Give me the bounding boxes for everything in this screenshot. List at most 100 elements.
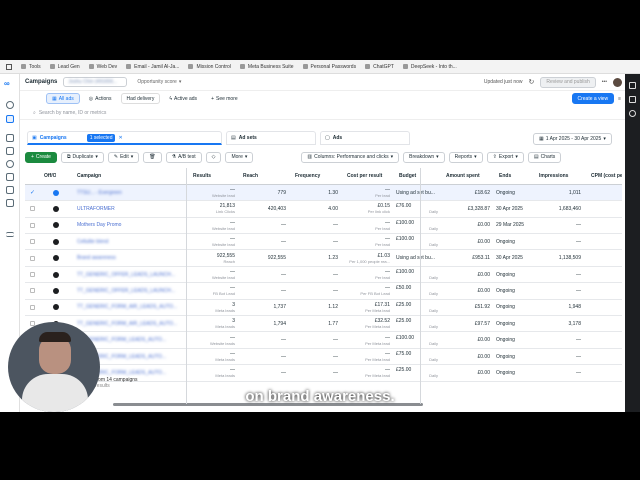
status-toggle[interactable] [51, 201, 63, 216]
campaign-cell[interactable]: TT_GENERIC_OFFER_LEADS_LAUNCH... [75, 283, 185, 298]
column-header-frequency[interactable]: Frequency [293, 168, 343, 184]
bookmark-item[interactable]: Mission Control [188, 64, 231, 70]
table-row[interactable]: TT_GENERIC_OFFER_LEADS_LAUNCH... — FB Bot … [25, 283, 622, 300]
campaign-cell[interactable]: ULTRAFORMER [75, 201, 185, 216]
charts-button[interactable]: ▤ Charts [527, 151, 562, 163]
bookmark-item[interactable]: Web Dev [88, 64, 117, 70]
campaign-name[interactable]: TT_GENERIC_FORM_AIR_LEADS_AUTO... [77, 321, 183, 327]
close-icon[interactable]: ✕ [118, 135, 122, 141]
campaign-name[interactable]: Brand awareness [77, 255, 183, 261]
create-view-button[interactable]: Create a view [571, 93, 615, 104]
edit-button[interactable]: ✎ Edit ▾ [107, 151, 140, 163]
opportunity-score[interactable]: Opportunity score ▾ [133, 77, 186, 87]
campaign-cell[interactable]: TTSU... - Evergreen [75, 185, 185, 200]
table-row[interactable]: TT_GENERIC_FORM_AIR_LEADS_AUTO... 3 Meta l… [25, 316, 622, 333]
chart-panel-icon[interactable] [629, 82, 636, 89]
account-selector[interactable]: Joshu Chin (491656... [63, 77, 128, 87]
table-row[interactable]: TT_GENERIC_FORM_AIR_LEADS_AUTO... 3 Meta l… [25, 300, 622, 316]
tag-button[interactable]: ◇ [205, 151, 222, 163]
row-checkbox[interactable] [28, 218, 38, 233]
chart-icon[interactable] [6, 134, 14, 142]
row-checkbox[interactable] [28, 251, 38, 266]
column-header-impressions[interactable]: Impressions [537, 168, 585, 184]
bookmark-item[interactable]: ChatGPT [365, 64, 394, 70]
table-row[interactable]: Cellulite blend — Website lead — — — Per lead £… [25, 234, 622, 251]
meta-logo-icon[interactable]: ∞ [4, 79, 10, 88]
table-row[interactable]: Mothers Day Promo — Website lead — — — Per lea… [25, 218, 622, 234]
status-toggle[interactable] [51, 283, 63, 298]
more-button[interactable]: More ▾ [225, 151, 254, 163]
date-range-picker[interactable]: ▦ 1 Apr 2025 - 30 Apr 2025 ▾ [533, 133, 612, 145]
tab-ad-sets[interactable]: ▤ Ad sets [226, 131, 316, 145]
column-header-results[interactable]: Results [191, 168, 239, 184]
row-checkbox[interactable] [28, 234, 38, 249]
column-header-campaign[interactable]: Campaign [75, 168, 185, 184]
bookmark-item[interactable]: Email - Jamil Al-Ja... [126, 64, 179, 70]
column-header-cpm[interactable]: CPM (cost per 1,000... [589, 168, 622, 184]
row-checkbox[interactable] [28, 300, 38, 315]
bookmark-item[interactable]: Personal Passwords [302, 64, 356, 70]
all-ads-filter[interactable]: ▦ All ads [46, 93, 80, 104]
create-button[interactable]: + Create [25, 151, 57, 163]
table-row[interactable]: TT_GENERIC_FORM_LEADS_AUTO... — Meta leads… [25, 349, 622, 366]
campaign-name[interactable]: Cellulite blend [77, 239, 183, 245]
bookmark-item[interactable]: DeepSeek - Into th... [402, 64, 457, 70]
row-checkbox[interactable] [28, 201, 38, 216]
row-checkbox[interactable]: ✓ [28, 185, 38, 200]
review-publish-button[interactable]: Review and publish [540, 76, 596, 88]
status-toggle[interactable] [51, 300, 63, 315]
delete-button[interactable]: 🗑 [143, 151, 162, 163]
column-header-amount[interactable]: Amount spent [444, 168, 494, 184]
bookmark-item[interactable]: Lead Gen [49, 64, 80, 70]
table-row[interactable]: ULTRAFORMER 21,813 Link Clicks 420,403 4.00 £… [25, 201, 622, 218]
export-button[interactable]: ⇪ Export ▾ [486, 151, 524, 163]
campaign-cell[interactable]: TT_GENERIC_OFFER_LEADS_LAUNCH... [75, 267, 185, 282]
campaign-cell[interactable]: Cellulite blend [75, 234, 185, 249]
tab-ads[interactable]: ▢ Ads [320, 131, 410, 145]
campaign-name[interactable]: TT_GENERIC_FORM_AIR_LEADS_AUTO... [77, 304, 183, 310]
profile-avatar[interactable] [613, 77, 622, 87]
campaign-name[interactable]: TT_GENERIC_OFFER_LEADS_LAUNCH... [77, 272, 183, 278]
campaign-name[interactable]: TT_GENERIC_OFFER_LEADS_LAUNCH... [77, 288, 183, 294]
breakdown-button[interactable]: Breakdown ▾ [403, 151, 445, 163]
row-checkbox[interactable] [28, 267, 38, 282]
row-checkbox[interactable] [28, 283, 38, 298]
pages-icon[interactable] [6, 147, 14, 155]
status-toggle[interactable] [51, 185, 63, 200]
table-row[interactable]: Brand awareness 922,555 Reach 922,555 1.23 £1… [25, 251, 622, 267]
column-header-ends[interactable]: Ends [497, 168, 535, 184]
see-more-filter[interactable]: + See more [206, 93, 243, 104]
search-bar[interactable]: ⌕ Search by name, ID or metrics [20, 106, 625, 120]
info-panel-icon[interactable] [629, 110, 636, 117]
column-header-offon[interactable]: Off/On [42, 168, 56, 184]
grid-icon[interactable] [6, 199, 14, 207]
table-row[interactable]: TT_GENERIC_OFFER_LEADS_LAUNCH... — Website… [25, 267, 622, 284]
more-options-icon[interactable]: ••• [602, 79, 607, 85]
campaign-name[interactable]: ULTRAFORMER [77, 206, 183, 212]
campaigns-nav-icon[interactable] [6, 115, 14, 123]
bookmark-item[interactable]: Tools [21, 64, 41, 70]
status-toggle[interactable] [51, 251, 63, 266]
column-header-cost[interactable]: Cost per result [345, 168, 395, 184]
column-header-reach[interactable]: Reach [241, 168, 291, 184]
search-input[interactable]: Search by name, ID or metrics [39, 110, 107, 116]
active-ads-filter[interactable]: ϟ Active ads [164, 93, 202, 104]
had-delivery-filter[interactable]: Had delivery [120, 93, 161, 104]
menu-icon[interactable] [6, 232, 14, 237]
campaign-cell[interactable]: Mothers Day Promo [75, 218, 185, 233]
campaign-cell[interactable]: TT_GENERIC_FORM_AIR_LEADS_AUTO... [75, 316, 185, 331]
campaign-cell[interactable]: TT_GENERIC_FORM_AIR_LEADS_AUTO... [75, 300, 185, 315]
campaign-cell[interactable]: Brand awareness [75, 251, 185, 266]
table-row[interactable]: ✓ TTSU... - Evergreen — Website lead 779 1.30… [25, 185, 622, 202]
campaign-name[interactable]: Mothers Day Promo [77, 222, 183, 228]
sliders-icon[interactable]: ≡ [618, 96, 621, 102]
ab-test-button[interactable]: ⚗ A/B test [165, 151, 202, 163]
table-row[interactable]: TT_GENERIC_FORM_LEADS_AUTO... — Website le… [25, 333, 622, 349]
status-toggle[interactable] [51, 218, 63, 233]
reports-button[interactable]: Reports ▾ [448, 151, 483, 163]
refresh-icon[interactable]: ↻ [529, 78, 535, 86]
megaphone-icon[interactable] [6, 173, 14, 181]
tab-campaigns[interactable]: ▣ Campaigns 1 selected ✕ [27, 131, 222, 145]
billing-icon[interactable] [6, 186, 14, 194]
columns-button[interactable]: ▥ Columns: Performance and clicks ▾ [301, 151, 400, 163]
